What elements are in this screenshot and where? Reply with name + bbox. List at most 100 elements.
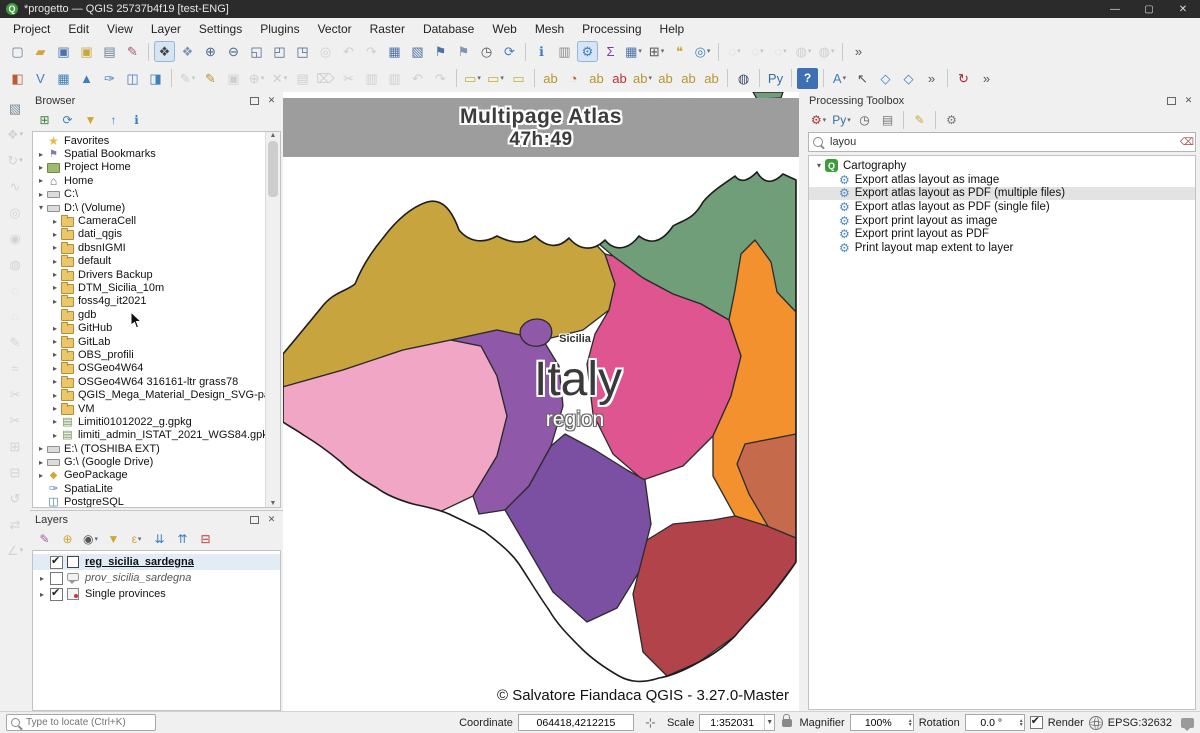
change-label-button[interactable]: ab	[701, 68, 722, 89]
browser-item[interactable]: OBS_profili	[33, 348, 280, 361]
measure-tool[interactable]: ⊞	[646, 41, 667, 62]
menu-item[interactable]: Plugins	[251, 20, 308, 38]
browser-item[interactable]: limiti_admin_ISTAT_2021_WGS84.gpkg	[33, 429, 280, 442]
expander-icon[interactable]	[37, 574, 47, 583]
merge-features-tool[interactable]: ⊞	[4, 435, 26, 457]
rotation-input[interactable]	[966, 716, 1017, 730]
menu-item[interactable]: Project	[4, 20, 59, 38]
layer-item[interactable]: prov_sicilia_sardegna	[33, 570, 280, 586]
add-polygon-feature-tool[interactable]: ◇	[875, 68, 896, 89]
add-group-button[interactable]: ⊕	[57, 530, 78, 549]
expander-icon[interactable]	[50, 283, 60, 292]
invert-selection-tool[interactable]: ◍	[816, 41, 837, 62]
filter-legend-button[interactable]: ▼	[103, 530, 124, 549]
clear-search-icon[interactable]: ⌫	[1179, 137, 1195, 148]
browser-item[interactable]: QGIS_Mega_Material_Design_SVG-pack	[33, 388, 280, 401]
layer-item[interactable]: Single provinces	[33, 586, 280, 602]
toolbar2-extension-button[interactable]: »	[921, 68, 942, 89]
menu-item[interactable]: Raster	[361, 20, 414, 38]
rotate-label-button[interactable]: ab	[678, 68, 699, 89]
algorithm-item[interactable]: Print layout map extent to layer	[809, 241, 1195, 255]
browser-item[interactable]: VM	[33, 402, 280, 415]
magnifier-spin-icons[interactable]: ▲▼	[906, 719, 913, 727]
expander-icon[interactable]	[50, 350, 60, 359]
results-viewer-button[interactable]: ▤	[877, 111, 898, 130]
statistical-summary-button[interactable]: Σ	[600, 41, 621, 62]
auto-label-tool[interactable]: A	[829, 68, 850, 89]
split-features-tool[interactable]: ✂	[4, 383, 26, 405]
scripts-button[interactable]: Py	[831, 111, 852, 130]
scale-input[interactable]	[700, 716, 763, 730]
rotation-spin-icons[interactable]: ▲▼	[1017, 719, 1024, 727]
move-label-button[interactable]: ab	[655, 68, 676, 89]
expander-icon[interactable]	[36, 444, 46, 453]
browser-item[interactable]: SpatiaLite	[33, 482, 280, 495]
expander-icon[interactable]	[50, 257, 60, 266]
algorithm-item[interactable]: Export atlas layout as image	[809, 173, 1195, 187]
identify-features-tool[interactable]: ℹ	[531, 41, 552, 62]
new-bookmark-button[interactable]: ⚑	[453, 41, 474, 62]
algorithm-item[interactable]: Export atlas layout as PDF (single file)	[809, 200, 1195, 214]
models-button[interactable]: ⚙	[808, 111, 829, 130]
map-canvas[interactable]: Multipage Atlas 47h:49 Sicilia Italy reg…	[283, 92, 799, 712]
history-button[interactable]: ◷	[854, 111, 875, 130]
map-tips-button[interactable]: ❝	[669, 41, 690, 62]
highlight-labels-button[interactable]: ab	[609, 68, 630, 89]
add-part-tool[interactable]: ◉	[4, 227, 26, 249]
remove-layer-button[interactable]: ⊟	[195, 530, 216, 549]
new-print-layout-button[interactable]: ▤	[99, 41, 120, 62]
browser-item[interactable]: Spatial Bookmarks	[33, 147, 280, 160]
browser-item[interactable]: dbsnIGMI	[33, 241, 280, 254]
add-postgis-layer-button[interactable]: ◫	[122, 68, 143, 89]
menu-item[interactable]: Web	[483, 20, 525, 38]
cut-features-button[interactable]: ✂	[338, 68, 359, 89]
label-anchor-tool[interactable]: ↖	[852, 68, 873, 89]
rotate-point-symbols-tool[interactable]: ↺	[4, 487, 26, 509]
options-button[interactable]: ⚙	[941, 111, 962, 130]
browser-item[interactable]: OSGeo4W64	[33, 362, 280, 375]
layer-visibility-checkbox[interactable]	[50, 572, 63, 585]
properties-widget-button[interactable]: ℹ	[126, 111, 147, 130]
browser-item[interactable]: G:\ (Google Drive)	[33, 455, 280, 468]
trim-extend-tool[interactable]: ∠	[4, 539, 26, 561]
expander-icon[interactable]	[36, 176, 46, 185]
magnifier-input[interactable]	[851, 716, 906, 730]
style-manager-button[interactable]: ✎	[122, 41, 143, 62]
manage-map-themes-button[interactable]: ◉	[80, 530, 101, 549]
browser-item[interactable]: OSGeo4W64 316161-ltr grass78	[33, 375, 280, 388]
pan-to-selection-tool[interactable]: ❖	[177, 41, 198, 62]
select-features-tool[interactable]: ◌	[724, 41, 745, 62]
close-panel-button[interactable]: ✕	[265, 94, 278, 107]
expand-all-button[interactable]: ⇊	[149, 530, 170, 549]
menu-item[interactable]: Mesh	[526, 20, 573, 38]
zoom-next-tool[interactable]: ↷	[361, 41, 382, 62]
browser-item[interactable]: GeoPackage	[33, 469, 280, 482]
open-layer-styling-button[interactable]: ✎	[34, 530, 55, 549]
algorithm-group[interactable]: ▾ Q Cartography	[809, 158, 1195, 173]
toggle-editing-button[interactable]: ✎	[200, 68, 221, 89]
menu-item[interactable]: Settings	[190, 20, 251, 38]
expander-icon[interactable]	[36, 190, 46, 199]
modify-attributes-button[interactable]: ▤	[292, 68, 313, 89]
new-project-button[interactable]: ▢	[7, 41, 28, 62]
layer-visibility-checkbox[interactable]	[50, 556, 63, 569]
add-vector-layer-button[interactable]: V	[30, 68, 51, 89]
zoom-in-tool[interactable]: ⊕	[200, 41, 221, 62]
expander-icon[interactable]	[50, 417, 60, 426]
expander-icon[interactable]	[50, 364, 60, 373]
toolbar-extension-button[interactable]: »	[848, 41, 869, 62]
browser-item[interactable]: Home	[33, 174, 280, 187]
pan-map-tool[interactable]: ❖	[154, 41, 175, 62]
menu-item[interactable]: Edit	[59, 20, 98, 38]
collapse-all-layers-button[interactable]: ⇈	[172, 530, 193, 549]
rotate-feature-tool[interactable]: ↻	[4, 149, 26, 171]
expander-icon[interactable]: ▾	[813, 161, 825, 170]
browser-item[interactable]: default	[33, 255, 280, 268]
expander-icon[interactable]	[37, 590, 47, 599]
menu-item[interactable]: Database	[414, 20, 483, 38]
browser-item[interactable]: gdb	[33, 308, 280, 321]
menu-item[interactable]: Help	[651, 20, 694, 38]
browser-item[interactable]: CameraCell	[33, 214, 280, 227]
expander-icon[interactable]	[50, 243, 60, 252]
refresh-map-button[interactable]: ⟳	[499, 41, 520, 62]
